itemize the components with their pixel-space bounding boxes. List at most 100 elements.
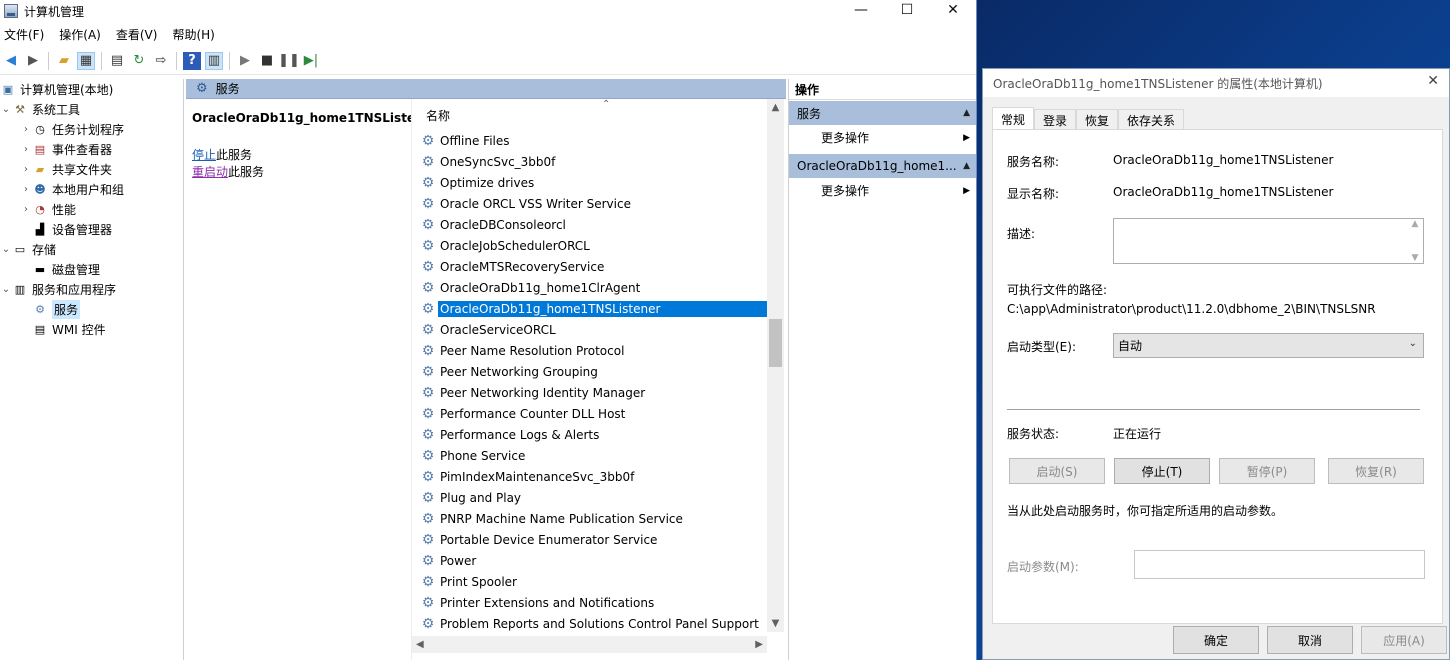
- service-row[interactable]: ⚙ Oracle ORCL VSS Writer Service: [420, 193, 767, 214]
- menu-view[interactable]: 查看(V): [116, 26, 158, 43]
- dialog-close-icon[interactable]: ✕: [1427, 73, 1439, 89]
- service-row[interactable]: ⚙ OracleOraDb11g_home1TNSListener: [420, 298, 767, 319]
- up-folder-icon[interactable]: ▰: [55, 52, 73, 70]
- collapse-icon[interactable]: ⌄: [0, 104, 12, 115]
- column-header-name[interactable]: ⌃ 名称: [412, 99, 767, 127]
- menu-action[interactable]: 操作(A): [59, 26, 101, 43]
- stop-button[interactable]: 停止(T): [1114, 458, 1210, 484]
- scroll-up-icon[interactable]: ▲: [767, 99, 784, 116]
- service-row[interactable]: ⚙ OneSyncSvc_3bb0f: [420, 151, 767, 172]
- tab-general[interactable]: 常规: [992, 107, 1035, 131]
- service-row[interactable]: ⚙ Peer Networking Grouping: [420, 361, 767, 382]
- collapse-icon[interactable]: ⌄: [0, 284, 12, 295]
- tree-item-shared-folders[interactable]: › ▰ 共享文件夹: [0, 159, 183, 179]
- collapse-triangle-icon[interactable]: ▲: [963, 161, 970, 171]
- refresh-icon[interactable]: ↻: [130, 52, 148, 70]
- service-name: Offline Files: [440, 133, 510, 148]
- help-icon[interactable]: ?: [183, 51, 201, 70]
- scroll-right-icon[interactable]: ▶: [755, 639, 763, 650]
- tab-logon[interactable]: 登录: [1034, 109, 1077, 131]
- tree-item-services-apps[interactable]: ⌄ ▥ 服务和应用程序: [0, 279, 183, 299]
- forward-arrow-icon[interactable]: ▶: [24, 52, 42, 70]
- menu-help[interactable]: 帮助(H): [172, 26, 214, 43]
- collapse-triangle-icon[interactable]: ▲: [963, 108, 970, 118]
- service-row[interactable]: ⚙ OracleJobSchedulerORCL: [420, 235, 767, 256]
- properties-icon[interactable]: ▤: [108, 52, 126, 70]
- service-row[interactable]: ⚙ Portable Device Enumerator Service: [420, 529, 767, 550]
- show-tree-icon[interactable]: ▦: [77, 51, 95, 70]
- tree-item-services[interactable]: ⚙ 服务: [0, 299, 183, 319]
- expand-icon[interactable]: ›: [20, 204, 32, 215]
- service-row[interactable]: ⚙ Optimize drives: [420, 172, 767, 193]
- service-row[interactable]: ⚙ Offline Files: [420, 130, 767, 151]
- expand-icon[interactable]: ›: [20, 144, 32, 155]
- tree-item-system-tools[interactable]: ⌄ ⚒ 系统工具: [0, 99, 183, 119]
- horizontal-scrollbar[interactable]: ◀ ▶: [412, 636, 767, 653]
- export-list-icon[interactable]: ⇨: [152, 52, 170, 70]
- scroll-down-icon[interactable]: ▼: [1412, 253, 1419, 263]
- scroll-thumb[interactable]: [769, 319, 782, 367]
- tree-item-task-scheduler[interactable]: › ◷ 任务计划程序: [0, 119, 183, 139]
- service-row[interactable]: ⚙ Phone Service: [420, 445, 767, 466]
- service-row[interactable]: ⚙ OracleDBConsoleorcl: [420, 214, 767, 235]
- tree-item-event-viewer[interactable]: › ▤ 事件查看器: [0, 139, 183, 159]
- expand-icon[interactable]: ›: [20, 184, 32, 195]
- show-action-pane-icon[interactable]: ▥: [205, 51, 223, 70]
- scroll-up-icon[interactable]: ▲: [1412, 219, 1419, 229]
- service-row[interactable]: ⚙ Plug and Play: [420, 487, 767, 508]
- back-arrow-icon[interactable]: ◀: [2, 52, 20, 70]
- more-actions-selected-service[interactable]: 更多操作 ▶: [789, 178, 976, 203]
- description-field[interactable]: ▲ ▼: [1113, 218, 1424, 264]
- service-row[interactable]: ⚙ Peer Name Resolution Protocol: [420, 340, 767, 361]
- start-button[interactable]: 启动(S): [1009, 458, 1105, 484]
- resume-button[interactable]: 恢复(R): [1328, 458, 1424, 484]
- restart-service-link[interactable]: 重启动: [192, 165, 228, 179]
- tree-root[interactable]: ▣ 计算机管理(本地): [0, 79, 183, 99]
- service-row[interactable]: ⚙ Performance Counter DLL Host: [420, 403, 767, 424]
- tab-dependencies[interactable]: 依存关系: [1118, 109, 1185, 131]
- scroll-down-icon[interactable]: ▼: [767, 615, 784, 632]
- tree-item-disk-management[interactable]: ▬ 磁盘管理: [0, 259, 183, 279]
- service-row[interactable]: ⚙ OracleServiceORCL: [420, 319, 767, 340]
- service-row[interactable]: ⚙ OracleMTSRecoveryService: [420, 256, 767, 277]
- service-row[interactable]: ⚙ Power: [420, 550, 767, 571]
- minimize-button[interactable]: —: [838, 0, 884, 20]
- restart-service-icon[interactable]: ▶|: [302, 52, 320, 70]
- startup-type-select[interactable]: 自动 ⌄: [1113, 333, 1424, 358]
- vertical-scrollbar[interactable]: ▲ ▼: [767, 99, 784, 632]
- menu-file[interactable]: 文件(F): [4, 26, 44, 43]
- service-row[interactable]: ⚙ PNRP Machine Name Publication Service: [420, 508, 767, 529]
- service-row[interactable]: ⚙ Peer Networking Identity Manager: [420, 382, 767, 403]
- pause-service-icon[interactable]: ❚❚: [278, 52, 300, 70]
- pause-button[interactable]: 暂停(P): [1219, 458, 1315, 484]
- expand-icon[interactable]: ›: [20, 164, 32, 175]
- tab-recovery[interactable]: 恢复: [1076, 109, 1119, 131]
- selected-service-title: OracleOraDb11g_home1TNSListener: [192, 111, 438, 125]
- expand-icon[interactable]: ›: [20, 124, 32, 135]
- action-group-services[interactable]: 服务 ▲: [789, 101, 976, 125]
- service-row[interactable]: ⚙ Problem Reports and Solutions Control P…: [420, 613, 767, 634]
- stop-service-link[interactable]: 停止: [192, 148, 216, 162]
- ok-button[interactable]: 确定: [1173, 626, 1259, 654]
- tree-item-storage[interactable]: ⌄ ▭ 存储: [0, 239, 183, 259]
- scroll-left-icon[interactable]: ◀: [416, 639, 424, 650]
- cancel-button[interactable]: 取消: [1267, 626, 1353, 654]
- tree-item-device-manager[interactable]: ▟ 设备管理器: [0, 219, 183, 239]
- service-row[interactable]: ⚙ Print Spooler: [420, 571, 767, 592]
- collapse-icon[interactable]: ⌄: [0, 244, 12, 255]
- action-group-selected-service[interactable]: OracleOraDb11g_home1... ▲: [789, 154, 976, 178]
- start-params-input[interactable]: [1134, 550, 1425, 579]
- service-row[interactable]: ⚙ Printer Extensions and Notifications: [420, 592, 767, 613]
- more-actions-services[interactable]: 更多操作 ▶: [789, 125, 976, 150]
- tree-item-wmi[interactable]: ▤ WMI 控件: [0, 319, 183, 339]
- stop-service-icon[interactable]: ■: [258, 52, 276, 70]
- tree-item-performance[interactable]: › ◔ 性能: [0, 199, 183, 219]
- maximize-button[interactable]: ☐: [884, 0, 930, 20]
- service-row[interactable]: ⚙ PimIndexMaintenanceSvc_3bb0f: [420, 466, 767, 487]
- apply-button[interactable]: 应用(A): [1361, 626, 1447, 654]
- service-row[interactable]: ⚙ OracleOraDb11g_home1ClrAgent: [420, 277, 767, 298]
- tree-item-local-users[interactable]: › ☻ 本地用户和组: [0, 179, 183, 199]
- close-button[interactable]: ✕: [930, 0, 976, 20]
- start-service-icon[interactable]: ▶: [236, 52, 254, 70]
- service-row[interactable]: ⚙ Performance Logs & Alerts: [420, 424, 767, 445]
